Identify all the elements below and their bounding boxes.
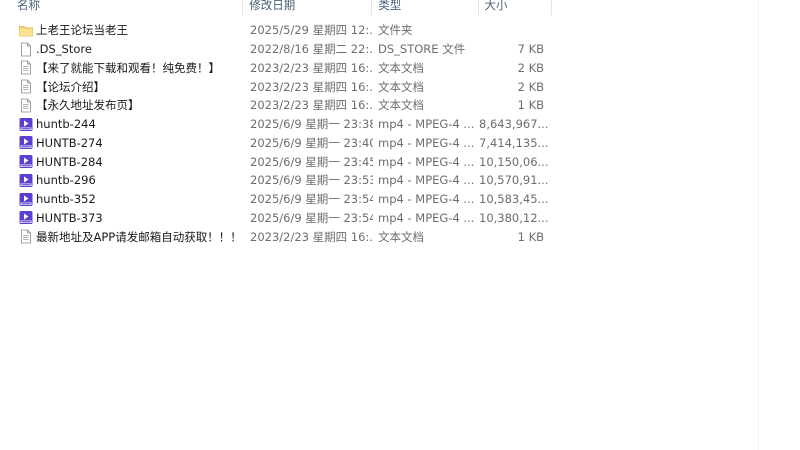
mp4-video-icon — [19, 135, 33, 150]
file-size: 10,583,45... — [479, 192, 549, 207]
file-name: 【永久地址发布页】 — [36, 98, 140, 113]
text-document-icon — [19, 229, 33, 244]
file-date-modified: 2025/6/9 星期一 23:53 — [250, 173, 373, 188]
file-name-cell: 【论坛介绍】 — [0, 79, 244, 95]
mp4-video-icon — [19, 192, 33, 207]
file-type: mp4 - MPEG-4 ... — [378, 210, 475, 225]
file-date-modified: 2022/8/16 星期二 22:... — [250, 42, 373, 57]
mp4-video-icon — [19, 173, 33, 188]
file-size: 7,414,135... — [479, 135, 549, 150]
column-divider[interactable] — [551, 0, 552, 15]
file-name-cell: 最新地址及APP请发邮箱自动获取！！！ — [0, 229, 244, 245]
file-date-modified: 2023/2/23 星期四 16:... — [250, 60, 373, 75]
file-name: huntb-244 — [36, 117, 96, 132]
file-date-modified: 2025/6/9 星期一 23:38 — [250, 117, 373, 132]
file-name-cell: HUNTB-284 — [0, 154, 244, 169]
file-type: 文本文档 — [378, 98, 424, 113]
text-document-icon — [19, 98, 33, 113]
file-size: 10,150,06... — [479, 154, 549, 169]
file-name-cell: .DS_Store — [0, 42, 244, 57]
mp4-video-icon — [19, 117, 33, 132]
file-size: 1 KB — [517, 98, 544, 113]
file-row[interactable]: 【来了就能下载和观看！纯免费！】 2023/2/23 星期四 16:... 文本… — [0, 59, 560, 78]
file-date-modified: 2025/5/29 星期四 12:... — [250, 23, 373, 38]
column-header-row: 名称 修改日期 类型 大小 — [0, 0, 552, 15]
file-name-cell: huntb-296 — [0, 173, 244, 188]
file-type: mp4 - MPEG-4 ... — [378, 173, 475, 188]
column-header-date-modified[interactable]: 修改日期 — [243, 0, 371, 15]
text-document-icon — [19, 60, 33, 75]
file-size: 10,380,12... — [479, 210, 549, 225]
pane-divider — [758, 0, 759, 450]
file-type: 文本文档 — [378, 229, 424, 244]
file-icon — [19, 42, 33, 57]
file-date-modified: 2023/2/23 星期四 16:... — [250, 229, 373, 244]
file-name-cell: HUNTB-373 — [0, 210, 244, 225]
file-date-modified: 2023/2/23 星期四 16:... — [250, 79, 373, 94]
mp4-video-icon — [19, 210, 33, 225]
file-name: HUNTB-373 — [36, 210, 103, 225]
file-name-cell: huntb-352 — [0, 192, 244, 207]
file-name: 【来了就能下载和观看！纯免费！】 — [36, 60, 220, 75]
file-name-cell: 【永久地址发布页】 — [0, 97, 244, 113]
file-row[interactable]: huntb-244 2025/6/9 星期一 23:38 mp4 - MPEG-… — [0, 115, 560, 134]
file-name-cell: huntb-244 — [0, 117, 244, 132]
file-type: 文本文档 — [378, 79, 424, 94]
file-size: 1 KB — [517, 229, 544, 244]
file-name: .DS_Store — [36, 42, 92, 57]
file-name: 最新地址及APP请发邮箱自动获取！！！ — [36, 229, 242, 244]
mp4-video-icon — [19, 154, 33, 169]
file-row[interactable]: huntb-352 2025/6/9 星期一 23:54 mp4 - MPEG-… — [0, 190, 560, 209]
file-date-modified: 2025/6/9 星期一 23:54 — [250, 192, 373, 207]
column-header-size[interactable]: 大小 — [479, 0, 551, 15]
file-row[interactable]: 上老王论坛当老王 2025/5/29 星期四 12:... 文件夹 — [0, 21, 560, 40]
file-type: mp4 - MPEG-4 ... — [378, 192, 475, 207]
file-date-modified: 2025/6/9 星期一 23:40 — [250, 135, 373, 150]
file-type: mp4 - MPEG-4 ... — [378, 135, 475, 150]
file-date-modified: 2025/6/9 星期一 23:45 — [250, 154, 373, 169]
file-type: mp4 - MPEG-4 ... — [378, 154, 475, 169]
file-type: 文件夹 — [378, 23, 413, 38]
file-name: HUNTB-284 — [36, 154, 103, 169]
file-type: mp4 - MPEG-4 ... — [378, 117, 475, 132]
column-header-type[interactable]: 类型 — [372, 0, 477, 15]
file-name-cell: HUNTB-274 — [0, 135, 244, 150]
file-name: huntb-296 — [36, 173, 96, 188]
file-size: 8,643,967... — [479, 117, 549, 132]
file-size: 10,570,91... — [479, 173, 549, 188]
file-row[interactable]: 【永久地址发布页】 2023/2/23 星期四 16:... 文本文档 1 KB — [0, 96, 560, 115]
file-name: huntb-352 — [36, 192, 96, 207]
file-name-cell: 上老王论坛当老王 — [0, 22, 244, 38]
file-name-cell: 【来了就能下载和观看！纯免费！】 — [0, 60, 244, 76]
file-row[interactable]: .DS_Store 2022/8/16 星期二 22:... DS_STORE … — [0, 40, 560, 59]
file-row[interactable]: HUNTB-274 2025/6/9 星期一 23:40 mp4 - MPEG-… — [0, 134, 560, 153]
file-type: DS_STORE 文件 — [378, 42, 466, 57]
file-date-modified: 2025/6/9 星期一 23:54 — [250, 210, 373, 225]
file-type: 文本文档 — [378, 60, 424, 75]
file-size: 7 KB — [517, 42, 544, 57]
file-explorer-list-view: 名称 修改日期 类型 大小 上老王论坛当老王 2025/5/29 星期四 12:… — [0, 0, 800, 450]
file-size: 2 KB — [517, 79, 544, 94]
file-row[interactable]: HUNTB-373 2025/6/9 星期一 23:54 mp4 - MPEG-… — [0, 209, 560, 228]
file-name: HUNTB-274 — [36, 135, 103, 150]
column-header-name[interactable]: 名称 — [0, 0, 242, 15]
file-list: 上老王论坛当老王 2025/5/29 星期四 12:... 文件夹 .DS_St… — [0, 21, 560, 246]
file-name: 【论坛介绍】 — [36, 79, 105, 94]
file-row[interactable]: HUNTB-284 2025/6/9 星期一 23:45 mp4 - MPEG-… — [0, 152, 560, 171]
file-size: 2 KB — [517, 60, 544, 75]
folder-icon — [19, 23, 33, 38]
text-document-icon — [19, 79, 33, 94]
file-row[interactable]: 最新地址及APP请发邮箱自动获取！！！ 2023/2/23 星期四 16:...… — [0, 227, 560, 246]
file-row[interactable]: 【论坛介绍】 2023/2/23 星期四 16:... 文本文档 2 KB — [0, 77, 560, 96]
file-row[interactable]: huntb-296 2025/6/9 星期一 23:53 mp4 - MPEG-… — [0, 171, 560, 190]
file-name: 上老王论坛当老王 — [36, 23, 128, 38]
file-date-modified: 2023/2/23 星期四 16:... — [250, 98, 373, 113]
